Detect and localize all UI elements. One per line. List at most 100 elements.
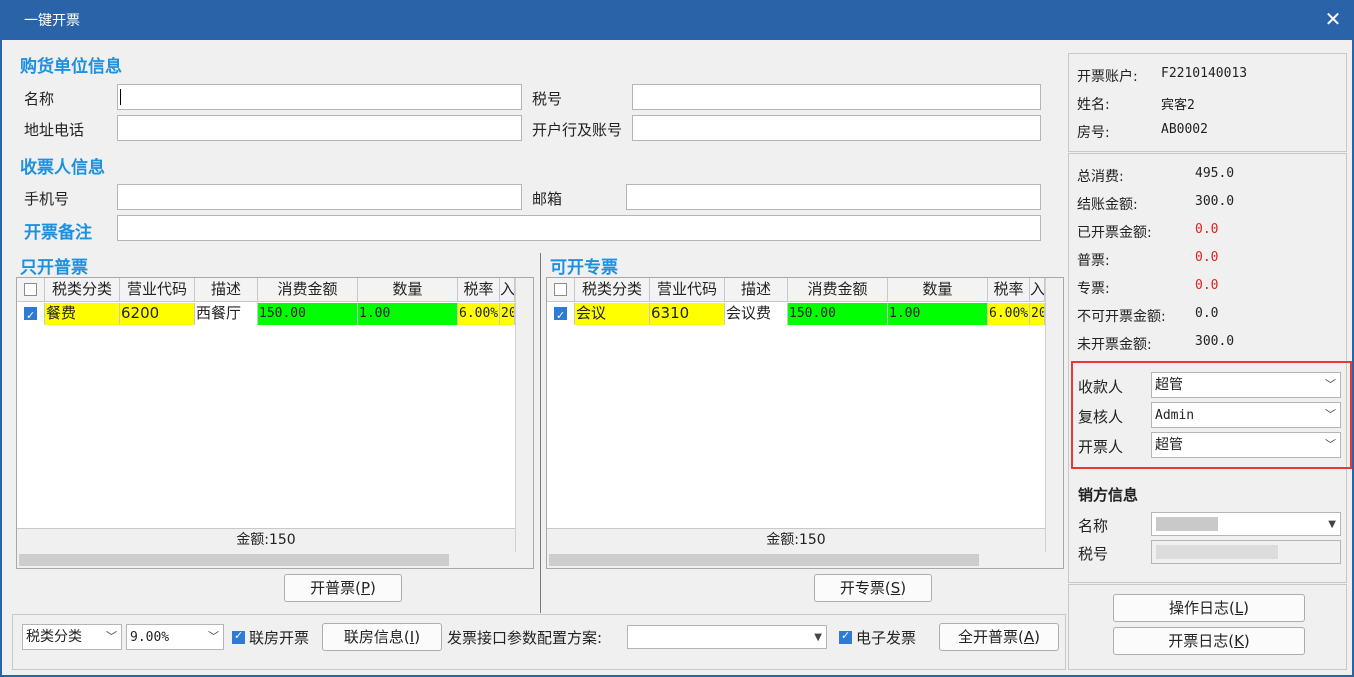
text-cursor: [120, 89, 121, 105]
log-panel: 操作日志(L) 开票日志(K): [1068, 584, 1347, 670]
hotkey: P: [360, 579, 371, 597]
cell-qty[interactable]: 1.00: [358, 303, 458, 325]
horizontal-scrollbar[interactable]: [547, 552, 1063, 568]
select-all-checkbox[interactable]: [554, 283, 567, 296]
seller-tax-input[interactable]: [1151, 540, 1341, 564]
vertical-divider: [540, 253, 541, 613]
col-header[interactable]: 税类分类: [575, 278, 650, 301]
dialog-body: 购货单位信息 名称 税号 地址电话 开户行及账号 收票人信息 手机号 邮箱 开票…: [2, 40, 1352, 675]
hotkey: A: [1023, 628, 1035, 646]
chevron-down-icon: ﹀: [106, 630, 117, 643]
cell-extra[interactable]: 20: [1030, 303, 1045, 325]
col-header[interactable]: 数量: [888, 278, 988, 301]
cell-category[interactable]: 会议: [575, 303, 650, 325]
tax-rate-select[interactable]: 9.00% ﹀: [126, 624, 224, 650]
buyer-tax-input[interactable]: [632, 84, 1041, 110]
noninvoiceable-label: 不可开票金额:: [1077, 309, 1166, 325]
table-row[interactable]: 会议 6310 会议费 150.00 1.00 6.00% 20: [547, 303, 1045, 325]
cell-code[interactable]: 6200: [120, 303, 195, 325]
linked-room-info-button[interactable]: 联房信息(I): [322, 623, 442, 651]
button-label: 开普票(: [310, 579, 361, 597]
select-all-checkbox[interactable]: [24, 283, 37, 296]
interface-config-select[interactable]: ▼: [627, 625, 827, 649]
hotkey: K: [1234, 632, 1244, 650]
chevron-down-icon: ﹀: [208, 630, 219, 643]
checkout-value: 300.0: [1195, 194, 1235, 209]
cell-desc[interactable]: 西餐厅: [195, 303, 258, 325]
buyer-bank-input[interactable]: [632, 115, 1041, 141]
dropdown-arrow-icon: ▼: [1328, 519, 1336, 530]
special-label: 专票:: [1077, 281, 1110, 297]
cell-rate[interactable]: 6.00%: [458, 303, 500, 325]
remark-input[interactable]: [117, 215, 1041, 241]
col-header[interactable]: 数量: [358, 278, 458, 301]
cell-code[interactable]: 6310: [650, 303, 725, 325]
operation-log-button[interactable]: 操作日志(L): [1113, 594, 1305, 622]
cell-amount[interactable]: 150.00: [258, 303, 358, 325]
row-checkbox[interactable]: [554, 305, 567, 325]
col-header[interactable]: 入: [1030, 278, 1045, 301]
col-header[interactable]: 税类分类: [45, 278, 120, 301]
col-header[interactable]: 描述: [725, 278, 788, 301]
special-value: 0.0: [1195, 278, 1219, 293]
col-header[interactable]: 税率: [458, 278, 500, 301]
linked-room-checkbox[interactable]: [232, 629, 245, 644]
bottom-toolbar: 税类分类﹀ 9.00%﹀ 联房开票 联房信息(I) 发票接口参数配置方案: ▼ …: [12, 614, 1066, 670]
table-row[interactable]: 餐费 6200 西餐厅 150.00 1.00 6.00% 20: [17, 303, 515, 325]
cell-qty[interactable]: 1.00: [888, 303, 988, 325]
vertical-scrollbar[interactable]: [1045, 278, 1063, 552]
close-icon[interactable]: ✕: [1322, 8, 1344, 30]
account-panel: 开票账户: F2210140013 姓名: 宾客2 房号: AB0002: [1068, 53, 1347, 152]
receiver-email-input[interactable]: [626, 184, 1041, 210]
col-header[interactable]: 入: [500, 278, 515, 301]
buyer-addr-label: 地址电话: [24, 121, 85, 139]
select-value: 税类分类: [26, 629, 82, 645]
button-label-suffix: ): [1034, 628, 1040, 646]
tax-category-select[interactable]: 税类分类 ﹀: [22, 624, 122, 650]
row-checkbox[interactable]: [24, 305, 37, 325]
col-header[interactable]: 消费金额: [258, 278, 358, 301]
cell-amount[interactable]: 150.00: [788, 303, 888, 325]
invoice-log-button[interactable]: 开票日志(K): [1113, 627, 1305, 655]
interface-config-label: 发票接口参数配置方案:: [447, 629, 603, 647]
all-normal-invoice-button[interactable]: 全开普票(A): [939, 623, 1059, 651]
noninvoiceable-value: 0.0: [1195, 306, 1219, 321]
drawer-select[interactable]: 超管 ﹀: [1151, 432, 1341, 458]
room-value: AB0002: [1161, 122, 1208, 137]
scroll-thumb[interactable]: [19, 554, 449, 566]
receiver-section-title: 收票人信息: [20, 158, 105, 178]
select-value: 超管: [1155, 377, 1183, 393]
scroll-thumb[interactable]: [549, 554, 979, 566]
cell-category[interactable]: 餐费: [45, 303, 120, 325]
grid-header-checkbox-cell: [17, 278, 45, 301]
col-header[interactable]: 描述: [195, 278, 258, 301]
receiver-email-label: 邮箱: [532, 190, 563, 208]
normal-invoice-grid: 税类分类 营业代码 描述 消费金额 数量 税率 入 餐费 6200 西餐厅 15…: [16, 277, 534, 569]
buyer-name-input[interactable]: [117, 84, 522, 110]
chevron-down-icon: ﹀: [1325, 438, 1336, 451]
button-label: 联房信息(: [343, 628, 410, 646]
col-header[interactable]: 营业代码: [650, 278, 725, 301]
col-header[interactable]: 税率: [988, 278, 1030, 301]
e-invoice-checkbox[interactable]: [839, 629, 852, 644]
col-header[interactable]: 消费金额: [788, 278, 888, 301]
cell-extra[interactable]: 20: [500, 303, 515, 325]
seller-name-select[interactable]: ▼: [1151, 512, 1341, 536]
special-invoice-button[interactable]: 开专票(S): [814, 574, 932, 602]
checkout-label: 结账金额:: [1077, 197, 1138, 213]
vertical-scrollbar[interactable]: [515, 278, 533, 552]
invoiced-label: 已开票金额:: [1077, 225, 1152, 241]
total-value: 495.0: [1195, 166, 1235, 181]
normal-invoice-button[interactable]: 开普票(P): [284, 574, 402, 602]
buyer-addr-input[interactable]: [117, 115, 522, 141]
special-grid-title: 可开专票: [550, 258, 618, 278]
receiver-phone-input[interactable]: [117, 184, 522, 210]
account-value: F2210140013: [1161, 66, 1248, 81]
normal-label: 普票:: [1077, 253, 1110, 269]
cell-rate[interactable]: 6.00%: [988, 303, 1030, 325]
col-header[interactable]: 营业代码: [120, 278, 195, 301]
cell-desc[interactable]: 会议费: [725, 303, 788, 325]
reviewer-select[interactable]: Admin ﹀: [1151, 402, 1341, 428]
payee-select[interactable]: 超管 ﹀: [1151, 372, 1341, 398]
horizontal-scrollbar[interactable]: [17, 552, 533, 568]
